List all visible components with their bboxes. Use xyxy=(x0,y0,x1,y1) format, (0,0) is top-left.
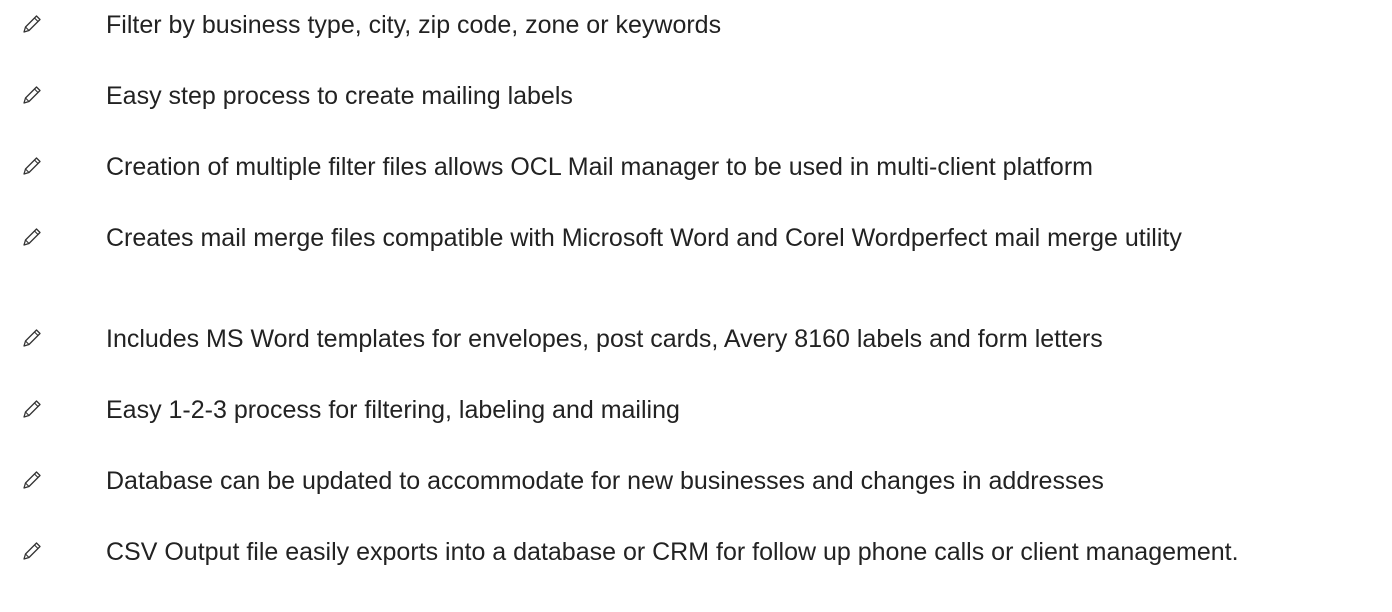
list-item: Easy step process to create mailing labe… xyxy=(0,81,1392,111)
pencil-icon xyxy=(0,395,106,419)
feature-text: Easy step process to create mailing labe… xyxy=(106,82,573,110)
feature-text: Creation of multiple filter files allows… xyxy=(106,153,1093,181)
pencil-icon xyxy=(0,324,106,348)
list-item: Easy 1-2-3 process for filtering, labeli… xyxy=(0,395,1392,425)
pencil-icon xyxy=(0,152,106,176)
feature-text: Easy 1-2-3 process for filtering, labeli… xyxy=(106,396,680,424)
feature-text: CSV Output file easily exports into a da… xyxy=(106,538,1239,566)
pencil-icon xyxy=(0,81,106,105)
list-item: CSV Output file easily exports into a da… xyxy=(0,537,1392,567)
list-item: Creates mail merge files compatible with… xyxy=(0,223,1392,253)
pencil-icon xyxy=(0,466,106,490)
feature-text: Includes MS Word templates for envelopes… xyxy=(106,325,1103,353)
feature-text: Filter by business type, city, zip code,… xyxy=(106,11,722,39)
pencil-icon xyxy=(0,10,106,34)
feature-text: Database can be updated to accommodate f… xyxy=(106,467,1104,495)
pencil-icon xyxy=(0,537,106,561)
list-item: Creation of multiple filter files allows… xyxy=(0,152,1392,182)
feature-list: Filter by business type, city, zip code,… xyxy=(0,0,1392,612)
list-item: Includes MS Word templates for envelopes… xyxy=(0,324,1392,354)
list-item: Database can be updated to accommodate f… xyxy=(0,466,1392,496)
feature-text: Creates mail merge files compatible with… xyxy=(106,224,1182,252)
pencil-icon xyxy=(0,223,106,247)
list-item: Filter by business type, city, zip code,… xyxy=(0,10,1392,40)
